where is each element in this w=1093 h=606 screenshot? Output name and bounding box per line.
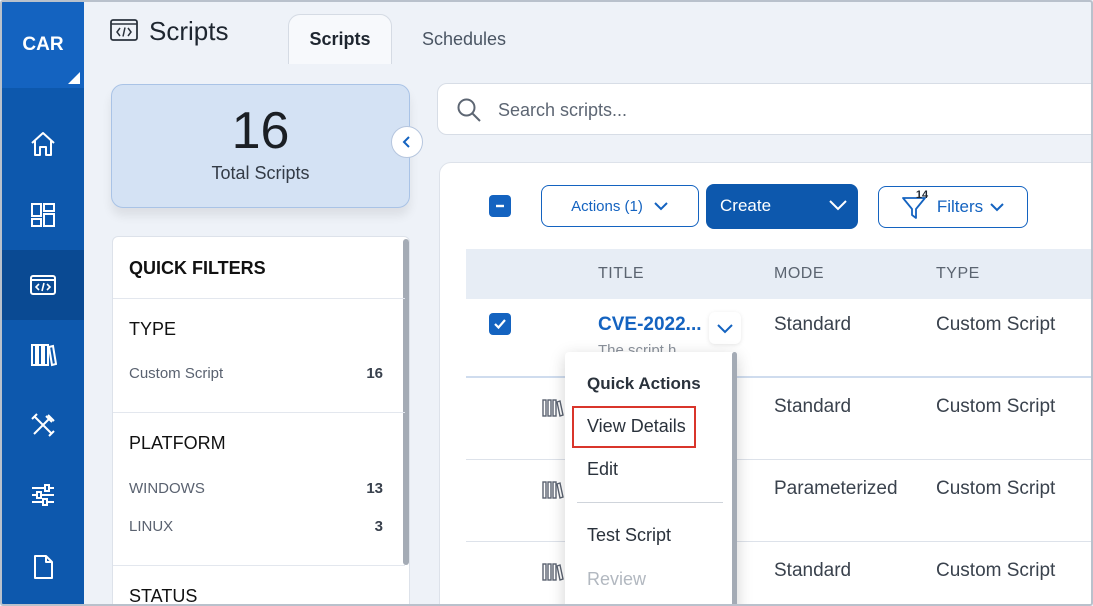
row-mode: Standard xyxy=(774,560,852,581)
brand-corner-icon xyxy=(68,72,80,84)
column-header-type[interactable]: TYPE xyxy=(936,265,980,283)
search-input[interactable] xyxy=(498,96,1058,124)
quick-actions-header: Quick Actions xyxy=(587,374,701,393)
brand-logo[interactable]: CAR xyxy=(2,2,84,88)
tab-scripts[interactable]: Scripts xyxy=(288,14,392,64)
library-icon xyxy=(542,563,564,581)
create-label: Create xyxy=(720,196,772,215)
tab-schedules[interactable]: Schedules xyxy=(402,14,526,64)
menu-scrollbar[interactable] xyxy=(732,352,737,604)
filter-option-count: 16 xyxy=(366,365,383,382)
quick-actions-menu: Quick Actions View Details Edit Test Scr… xyxy=(565,352,737,604)
quick-filters-scrollbar[interactable] xyxy=(403,239,409,565)
filter-section-status: STATUS xyxy=(129,586,198,606)
menu-item-test-script[interactable]: Test Script xyxy=(587,525,671,546)
filter-option-label: LINUX xyxy=(129,518,174,535)
filter-option-label: Custom Script xyxy=(129,365,224,382)
row-type: Custom Script xyxy=(936,396,1056,417)
row-actions-toggle[interactable] xyxy=(709,312,741,344)
search-icon xyxy=(457,98,481,122)
minus-icon xyxy=(496,204,504,208)
library-icon xyxy=(542,399,564,417)
row-type: Custom Script xyxy=(936,478,1056,499)
quick-filters-title: QUICK FILTERS xyxy=(129,258,266,278)
filter-option-label: WINDOWS xyxy=(129,480,205,497)
row-checkbox[interactable] xyxy=(489,313,511,335)
divider xyxy=(113,412,405,413)
filters-button[interactable]: 14 Filters xyxy=(878,186,1028,228)
total-scripts-card: 16 Total Scripts xyxy=(111,84,410,208)
highlight-box xyxy=(572,406,696,448)
chevron-down-icon xyxy=(717,324,733,334)
nav-documents[interactable] xyxy=(2,532,84,602)
select-all-checkbox[interactable] xyxy=(489,195,511,217)
brand-label: CAR xyxy=(22,34,64,55)
menu-item-review: Review xyxy=(587,569,647,589)
divider xyxy=(113,565,405,566)
filter-section-platform: PLATFORM xyxy=(129,433,226,453)
left-nav: CAR xyxy=(2,2,84,604)
row-divider xyxy=(466,541,1091,542)
filter-option-count: 13 xyxy=(366,480,383,497)
menu-divider xyxy=(577,502,723,503)
column-header-mode[interactable]: MODE xyxy=(774,265,824,283)
total-scripts-label: Total Scripts xyxy=(211,163,310,183)
filter-option-count: 3 xyxy=(374,518,383,535)
row-divider xyxy=(466,459,1091,460)
row-type: Custom Script xyxy=(936,560,1056,581)
filter-icon-wrap: 14 xyxy=(901,189,931,221)
tools-icon xyxy=(31,413,55,437)
library-icon xyxy=(31,344,57,367)
settings-sliders-icon xyxy=(32,484,54,506)
row-mode: Parameterized xyxy=(774,478,898,499)
checkmark-icon xyxy=(494,319,506,330)
nav-library[interactable] xyxy=(2,320,84,390)
app-window: CAR Scripts Scripts Schedules 16 Total S… xyxy=(0,0,1093,606)
nav-tools[interactable] xyxy=(2,390,84,460)
row-mode: Standard xyxy=(774,314,852,335)
chevron-down-icon xyxy=(654,202,668,211)
row-type: Custom Script xyxy=(936,314,1056,335)
search-bar xyxy=(437,83,1091,135)
filters-label: Filters xyxy=(936,197,984,216)
dashboard-icon xyxy=(31,203,55,227)
quick-filters-panel: QUICK FILTERS TYPE Custom Script 16 PLAT… xyxy=(112,236,410,606)
scripts-icon xyxy=(30,275,56,295)
row-mode: Standard xyxy=(774,396,852,417)
actions-dropdown-button[interactable]: Actions (1) xyxy=(541,185,699,227)
page-title: Scripts xyxy=(149,16,229,46)
nav-scripts[interactable] xyxy=(2,250,84,320)
divider xyxy=(113,298,405,299)
scripts-header-icon xyxy=(110,19,138,41)
create-button[interactable]: Create xyxy=(706,184,858,229)
home-icon xyxy=(31,132,55,156)
actions-label: Actions (1) xyxy=(571,197,643,215)
total-scripts-count: 16 xyxy=(231,102,290,160)
nav-settings[interactable] xyxy=(2,460,84,530)
filter-option-custom-script[interactable]: Custom Script 16 xyxy=(129,365,383,382)
filter-option-windows[interactable]: WINDOWS 13 xyxy=(129,480,383,497)
chevron-down-icon xyxy=(829,200,847,211)
nav-home[interactable] xyxy=(2,109,84,179)
filter-option-linux[interactable]: LINUX 3 xyxy=(129,518,383,535)
script-title-link[interactable]: CVE-2022... xyxy=(598,314,702,336)
row-divider xyxy=(466,376,1091,378)
filters-count-badge: 14 xyxy=(915,189,929,201)
document-icon xyxy=(34,555,53,579)
collapse-panel-button[interactable] xyxy=(391,126,423,158)
library-icon xyxy=(542,481,564,499)
filter-section-type: TYPE xyxy=(129,319,177,339)
chevron-down-icon xyxy=(990,203,1004,212)
menu-item-edit[interactable]: Edit xyxy=(587,459,618,480)
nav-dashboard[interactable] xyxy=(2,180,84,250)
chevron-left-icon xyxy=(402,136,410,148)
column-header-title[interactable]: TITLE xyxy=(598,265,644,283)
